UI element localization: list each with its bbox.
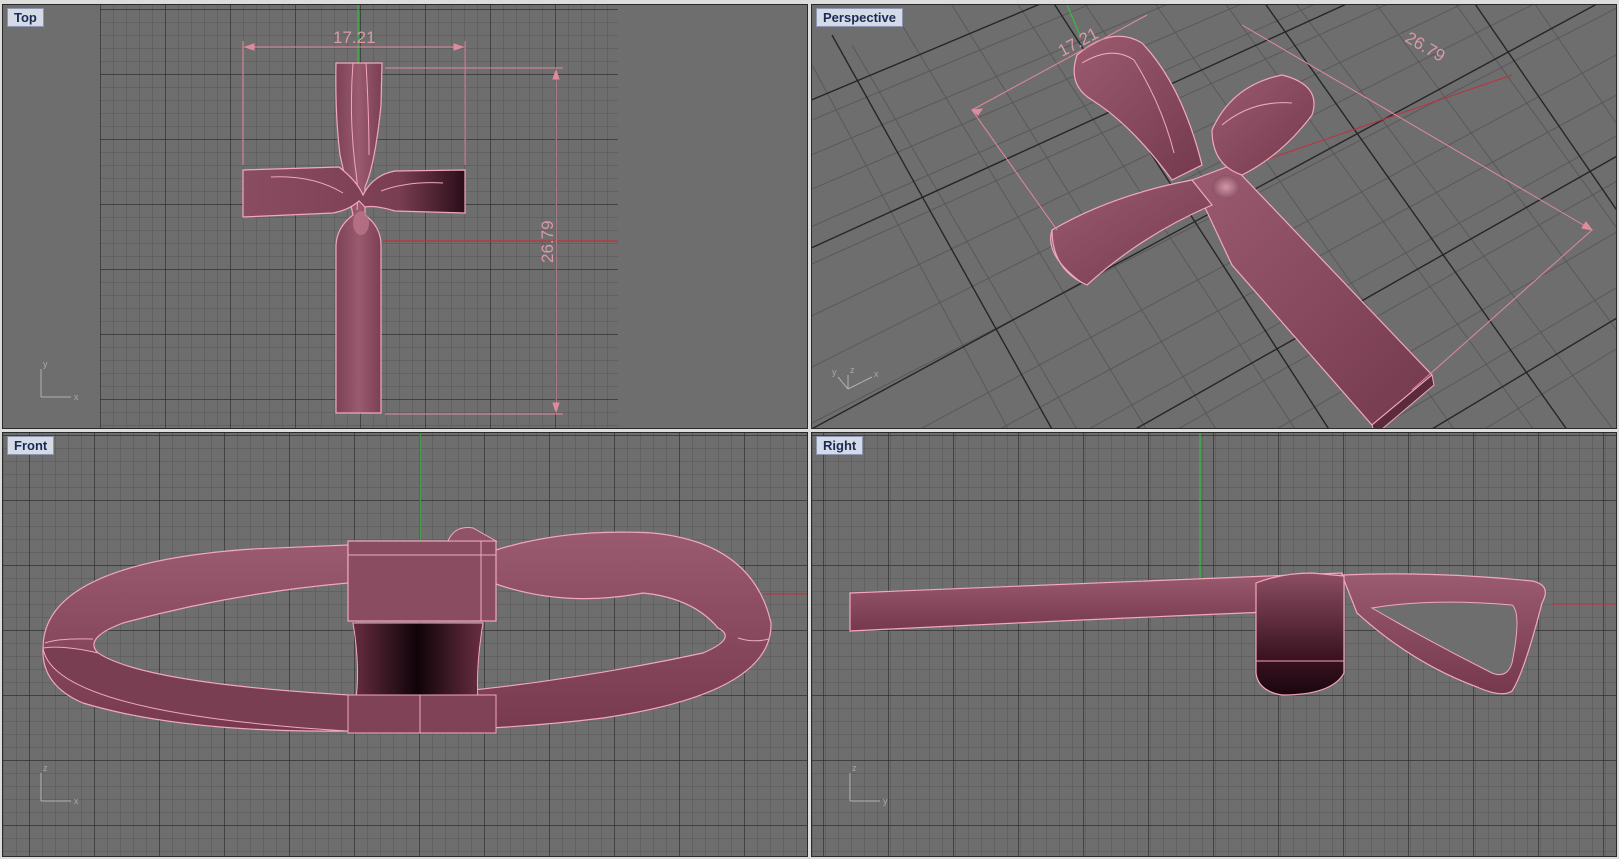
svg-text:x: x (74, 392, 79, 402)
top-viewport[interactable]: Top 17.21 26.79 y x (2, 4, 808, 429)
viewport-label-perspective[interactable]: Perspective (816, 8, 903, 27)
front-viewport-scene: z x (3, 433, 807, 856)
axis-gizmo-top (40, 369, 71, 398)
dimension-height-label: 26.79 (538, 220, 557, 263)
right-viewport-scene: z y (812, 433, 1616, 856)
svg-text:x: x (74, 796, 79, 806)
svg-text:y: y (43, 359, 48, 369)
axis-gizmo-perspective (837, 375, 873, 390)
svg-text:z: z (43, 763, 48, 773)
perspective-viewport[interactable]: Perspective 17.21 26.79 x y z (811, 4, 1617, 429)
viewport-label-top[interactable]: Top (7, 8, 44, 27)
cross-vertical-strap (335, 62, 383, 414)
dimension-height-label-perspective: 26.79 (1402, 28, 1448, 66)
viewport-label-right[interactable]: Right (816, 436, 864, 455)
svg-text:y: y (832, 367, 837, 377)
dimension-width-label: 17.21 (333, 28, 376, 47)
perspective-viewport-scene: 17.21 26.79 x y z (812, 5, 1616, 428)
svg-text:z: z (850, 365, 855, 375)
svg-text:x: x (874, 369, 879, 379)
svg-text:z: z (852, 763, 857, 773)
right-viewport[interactable]: Right z y (811, 432, 1617, 857)
viewport-label-front[interactable]: Front (7, 436, 55, 455)
top-viewport-scene: 17.21 26.79 y x (40, 5, 618, 428)
front-viewport[interactable]: Front z x (2, 432, 808, 857)
svg-text:y: y (883, 796, 888, 806)
